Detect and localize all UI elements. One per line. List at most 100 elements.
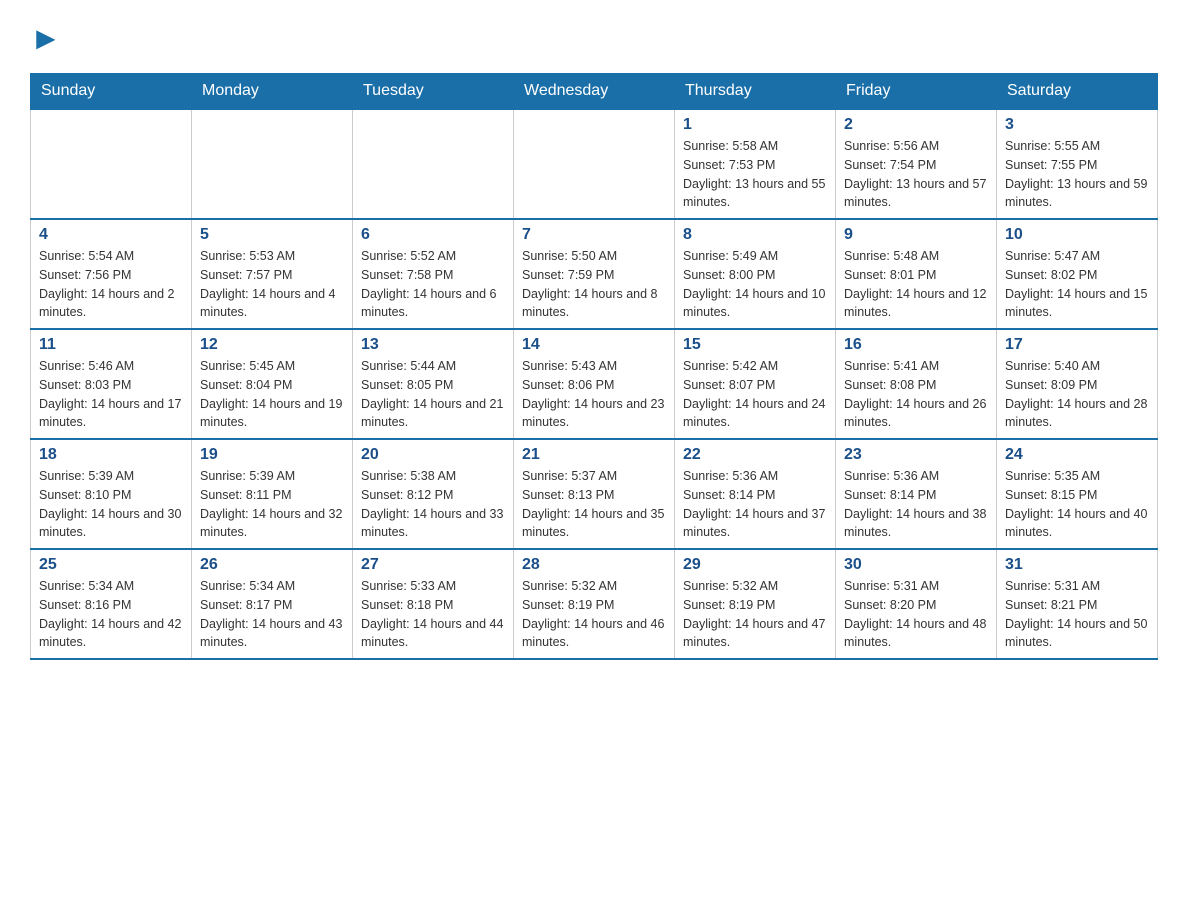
calendar-cell: 29 Sunrise: 5:32 AM Sunset: 8:19 PM Dayli… — [675, 549, 836, 659]
calendar-cell — [31, 109, 192, 219]
calendar-cell: 18 Sunrise: 5:39 AM Sunset: 8:10 PM Dayli… — [31, 439, 192, 549]
calendar-cell: 5 Sunrise: 5:53 AM Sunset: 7:57 PM Daylig… — [192, 219, 353, 329]
day-number: 5 — [200, 226, 344, 244]
day-number: 3 — [1005, 116, 1149, 134]
day-number: 31 — [1005, 556, 1149, 574]
day-info: Sunrise: 5:47 AM Sunset: 8:02 PM Dayligh… — [1005, 247, 1149, 322]
calendar-cell: 30 Sunrise: 5:31 AM Sunset: 8:20 PM Dayli… — [836, 549, 997, 659]
logo-general-text: ► — [30, 20, 62, 57]
day-number: 23 — [844, 446, 988, 464]
calendar-week-row: 25 Sunrise: 5:34 AM Sunset: 8:16 PM Dayli… — [31, 549, 1158, 659]
day-info: Sunrise: 5:42 AM Sunset: 8:07 PM Dayligh… — [683, 357, 827, 432]
page-header: ► — [30, 20, 1158, 57]
day-of-week-header: Sunday — [31, 74, 192, 110]
day-info: Sunrise: 5:32 AM Sunset: 8:19 PM Dayligh… — [683, 577, 827, 652]
calendar-cell: 7 Sunrise: 5:50 AM Sunset: 7:59 PM Daylig… — [514, 219, 675, 329]
day-info: Sunrise: 5:55 AM Sunset: 7:55 PM Dayligh… — [1005, 137, 1149, 212]
calendar-week-row: 18 Sunrise: 5:39 AM Sunset: 8:10 PM Dayli… — [31, 439, 1158, 549]
day-number: 8 — [683, 226, 827, 244]
calendar-cell: 17Sunrise: 5:40 AM Sunset: 8:09 PM Dayli… — [997, 329, 1158, 439]
calendar-cell — [192, 109, 353, 219]
calendar-cell: 28 Sunrise: 5:32 AM Sunset: 8:19 PM Dayli… — [514, 549, 675, 659]
day-number: 4 — [39, 226, 183, 244]
calendar-cell: 11Sunrise: 5:46 AM Sunset: 8:03 PM Dayli… — [31, 329, 192, 439]
day-number: 21 — [522, 446, 666, 464]
calendar-cell — [353, 109, 514, 219]
day-of-week-header: Wednesday — [514, 74, 675, 110]
day-number: 15 — [683, 336, 827, 354]
day-number: 14 — [522, 336, 666, 354]
day-number: 7 — [522, 226, 666, 244]
calendar-week-row: 11Sunrise: 5:46 AM Sunset: 8:03 PM Dayli… — [31, 329, 1158, 439]
day-number: 10 — [1005, 226, 1149, 244]
calendar-cell: 15 Sunrise: 5:42 AM Sunset: 8:07 PM Dayli… — [675, 329, 836, 439]
logo-arrow-icon: ► — [30, 20, 62, 56]
calendar-table: SundayMondayTuesdayWednesdayThursdayFrid… — [30, 73, 1158, 660]
calendar-cell: 12 Sunrise: 5:45 AM Sunset: 8:04 PM Dayli… — [192, 329, 353, 439]
calendar-cell: 20 Sunrise: 5:38 AM Sunset: 8:12 PM Dayli… — [353, 439, 514, 549]
calendar-cell: 2Sunrise: 5:56 AM Sunset: 7:54 PM Daylig… — [836, 109, 997, 219]
calendar-cell: 25 Sunrise: 5:34 AM Sunset: 8:16 PM Dayli… — [31, 549, 192, 659]
day-number: 28 — [522, 556, 666, 574]
day-info: Sunrise: 5:34 AM Sunset: 8:17 PM Dayligh… — [200, 577, 344, 652]
day-number: 2 — [844, 116, 988, 134]
day-info: Sunrise: 5:34 AM Sunset: 8:16 PM Dayligh… — [39, 577, 183, 652]
calendar-cell: 24Sunrise: 5:35 AM Sunset: 8:15 PM Dayli… — [997, 439, 1158, 549]
day-info: Sunrise: 5:40 AM Sunset: 8:09 PM Dayligh… — [1005, 357, 1149, 432]
day-info: Sunrise: 5:50 AM Sunset: 7:59 PM Dayligh… — [522, 247, 666, 322]
calendar-week-row: 4 Sunrise: 5:54 AM Sunset: 7:56 PM Daylig… — [31, 219, 1158, 329]
day-info: Sunrise: 5:32 AM Sunset: 8:19 PM Dayligh… — [522, 577, 666, 652]
day-number: 18 — [39, 446, 183, 464]
calendar-cell: 9Sunrise: 5:48 AM Sunset: 8:01 PM Daylig… — [836, 219, 997, 329]
calendar-cell: 14 Sunrise: 5:43 AM Sunset: 8:06 PM Dayli… — [514, 329, 675, 439]
day-number: 25 — [39, 556, 183, 574]
day-info: Sunrise: 5:48 AM Sunset: 8:01 PM Dayligh… — [844, 247, 988, 322]
day-info: Sunrise: 5:38 AM Sunset: 8:12 PM Dayligh… — [361, 467, 505, 542]
day-number: 20 — [361, 446, 505, 464]
calendar-cell: 4 Sunrise: 5:54 AM Sunset: 7:56 PM Daylig… — [31, 219, 192, 329]
day-info: Sunrise: 5:41 AM Sunset: 8:08 PM Dayligh… — [844, 357, 988, 432]
calendar-cell: 10 Sunrise: 5:47 AM Sunset: 8:02 PM Dayli… — [997, 219, 1158, 329]
day-info: Sunrise: 5:45 AM Sunset: 8:04 PM Dayligh… — [200, 357, 344, 432]
day-info: Sunrise: 5:33 AM Sunset: 8:18 PM Dayligh… — [361, 577, 505, 652]
day-of-week-header: Saturday — [997, 74, 1158, 110]
day-number: 16 — [844, 336, 988, 354]
logo: ► — [30, 20, 62, 57]
calendar-cell: 13Sunrise: 5:44 AM Sunset: 8:05 PM Dayli… — [353, 329, 514, 439]
calendar-cell: 3 Sunrise: 5:55 AM Sunset: 7:55 PM Daylig… — [997, 109, 1158, 219]
day-info: Sunrise: 5:36 AM Sunset: 8:14 PM Dayligh… — [844, 467, 988, 542]
calendar-header-row: SundayMondayTuesdayWednesdayThursdayFrid… — [31, 74, 1158, 110]
calendar-cell: 22Sunrise: 5:36 AM Sunset: 8:14 PM Dayli… — [675, 439, 836, 549]
day-info: Sunrise: 5:36 AM Sunset: 8:14 PM Dayligh… — [683, 467, 827, 542]
day-info: Sunrise: 5:39 AM Sunset: 8:10 PM Dayligh… — [39, 467, 183, 542]
day-number: 26 — [200, 556, 344, 574]
day-number: 30 — [844, 556, 988, 574]
day-info: Sunrise: 5:46 AM Sunset: 8:03 PM Dayligh… — [39, 357, 183, 432]
day-number: 1 — [683, 116, 827, 134]
calendar-week-row: 1Sunrise: 5:58 AM Sunset: 7:53 PM Daylig… — [31, 109, 1158, 219]
calendar-cell: 6Sunrise: 5:52 AM Sunset: 7:58 PM Daylig… — [353, 219, 514, 329]
day-of-week-header: Thursday — [675, 74, 836, 110]
calendar-cell: 26 Sunrise: 5:34 AM Sunset: 8:17 PM Dayli… — [192, 549, 353, 659]
day-number: 24 — [1005, 446, 1149, 464]
day-info: Sunrise: 5:31 AM Sunset: 8:20 PM Dayligh… — [844, 577, 988, 652]
day-number: 29 — [683, 556, 827, 574]
day-number: 13 — [361, 336, 505, 354]
day-info: Sunrise: 5:49 AM Sunset: 8:00 PM Dayligh… — [683, 247, 827, 322]
day-of-week-header: Tuesday — [353, 74, 514, 110]
calendar-cell: 31Sunrise: 5:31 AM Sunset: 8:21 PM Dayli… — [997, 549, 1158, 659]
calendar-cell: 21 Sunrise: 5:37 AM Sunset: 8:13 PM Dayli… — [514, 439, 675, 549]
calendar-cell: 27 Sunrise: 5:33 AM Sunset: 8:18 PM Dayli… — [353, 549, 514, 659]
day-info: Sunrise: 5:37 AM Sunset: 8:13 PM Dayligh… — [522, 467, 666, 542]
day-info: Sunrise: 5:53 AM Sunset: 7:57 PM Dayligh… — [200, 247, 344, 322]
day-of-week-header: Monday — [192, 74, 353, 110]
day-number: 6 — [361, 226, 505, 244]
day-number: 12 — [200, 336, 344, 354]
day-number: 27 — [361, 556, 505, 574]
calendar-cell: 19Sunrise: 5:39 AM Sunset: 8:11 PM Dayli… — [192, 439, 353, 549]
day-info: Sunrise: 5:54 AM Sunset: 7:56 PM Dayligh… — [39, 247, 183, 322]
day-number: 19 — [200, 446, 344, 464]
day-info: Sunrise: 5:43 AM Sunset: 8:06 PM Dayligh… — [522, 357, 666, 432]
calendar-cell: 1Sunrise: 5:58 AM Sunset: 7:53 PM Daylig… — [675, 109, 836, 219]
day-of-week-header: Friday — [836, 74, 997, 110]
